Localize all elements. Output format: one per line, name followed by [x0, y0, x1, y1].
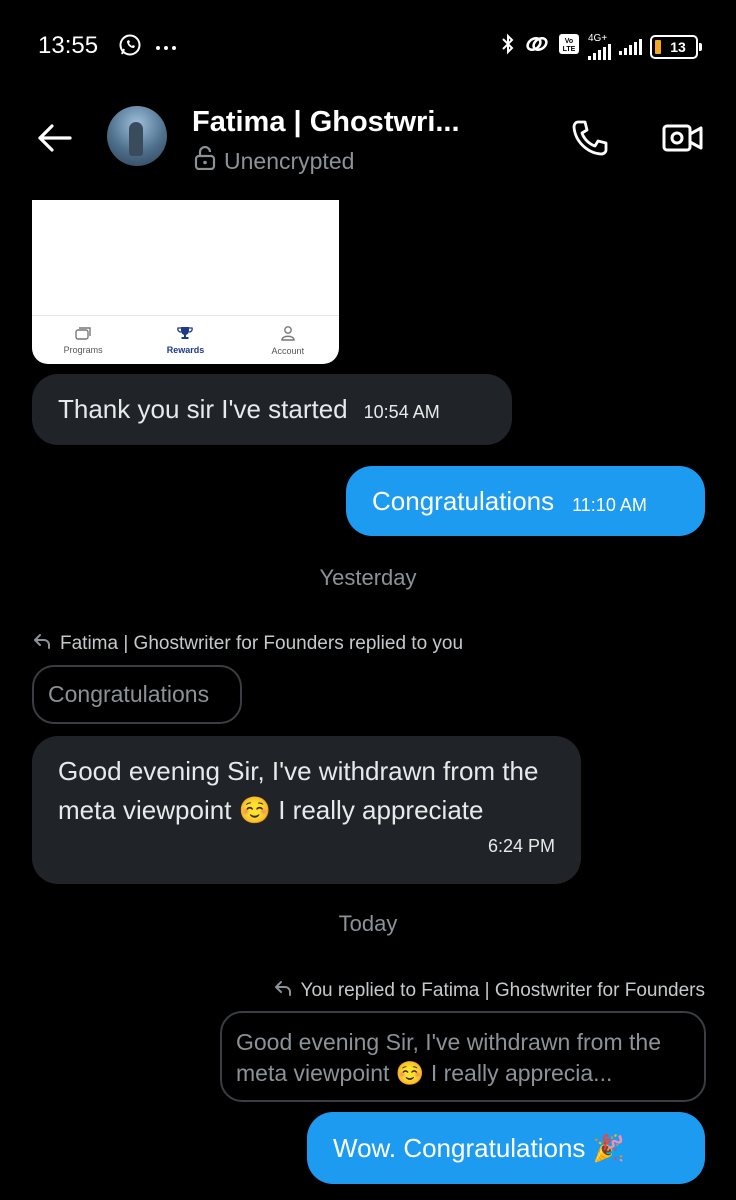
message-time: 10:54 AM — [363, 402, 440, 422]
signal-bars-icon — [588, 43, 611, 60]
attachment-nav-label: Programs — [63, 344, 103, 355]
message-time: 11:10 AM — [572, 494, 647, 515]
trophy-icon — [177, 326, 194, 342]
unlocked-padlock-icon — [194, 145, 216, 176]
link-icon — [524, 33, 550, 60]
message-text: Good evening Sir, I've withdrawn from th… — [58, 756, 539, 825]
quoted-text: Congratulations — [48, 681, 210, 707]
battery-level: 13 — [670, 38, 686, 55]
quoted-text: Good evening Sir, I've withdrawn from th… — [236, 1029, 661, 1086]
attachment-nav-account: Account — [237, 316, 339, 364]
message-text: Congratulations — [372, 485, 555, 516]
bluetooth-icon — [500, 32, 516, 61]
person-icon — [280, 325, 296, 343]
battery-icon: 13 — [650, 34, 702, 59]
reply-arrow-icon — [273, 979, 293, 1003]
signal-sim1: 4G+ — [588, 32, 611, 60]
attachment-bottom-nav: Programs Rewards Account — [32, 315, 339, 364]
status-system-icons: Vo LTE 4G+ 13 — [500, 32, 702, 61]
message-bubble-incoming[interactable]: Good evening Sir, I've withdrawn from th… — [32, 736, 581, 884]
message-bubble-incoming[interactable]: Thank you sir I've started 10:54 AM — [32, 374, 512, 445]
attachment-nav-programs: Programs — [32, 316, 134, 364]
message-text: Wow. Congratulations 🎉 — [333, 1132, 626, 1163]
volte-icon: Vo LTE — [558, 33, 580, 60]
encryption-label: Unencrypted — [224, 147, 355, 174]
date-divider: Today — [338, 911, 398, 936]
network-type: 4G+ — [588, 32, 608, 44]
message-text: Thank you sir I've started — [58, 394, 348, 424]
encryption-status: Unencrypted — [194, 145, 355, 176]
contact-name[interactable]: Fatima | Ghostwri... — [192, 106, 460, 139]
quoted-message[interactable]: Congratulations — [32, 665, 242, 724]
status-notification-icons — [118, 33, 178, 62]
reply-label-text: You replied to Fatima | Ghostwriter for … — [300, 980, 705, 1001]
back-arrow-icon[interactable] — [34, 118, 74, 158]
more-notifications-icon — [154, 39, 178, 57]
reply-arrow-icon — [32, 632, 52, 656]
video-call-icon[interactable] — [661, 118, 705, 158]
message-bubble-outgoing[interactable]: Wow. Congratulations 🎉 — [307, 1112, 705, 1184]
signal-bars-sim2-icon — [619, 38, 642, 55]
whatsapp-icon — [118, 33, 142, 62]
message-bubble-outgoing[interactable]: Congratulations 11:10 AM — [346, 466, 705, 536]
attachment-nav-label: Rewards — [166, 344, 205, 355]
status-time: 13:55 — [38, 32, 99, 59]
cards-icon — [75, 326, 91, 342]
image-attachment[interactable]: Programs Rewards Account — [32, 200, 339, 364]
chat-header: Fatima | Ghostwri... Unencrypted — [0, 90, 736, 200]
svg-text:Vo: Vo — [565, 38, 573, 45]
status-bar: 13:55 Vo LTE 4G+ 13 — [0, 0, 736, 90]
svg-text:LTE: LTE — [563, 46, 576, 53]
attachment-nav-label: Account — [271, 345, 305, 356]
reply-label-text: Fatima | Ghostwriter for Founders replie… — [60, 633, 464, 654]
attachment-nav-rewards: Rewards — [134, 316, 236, 364]
quoted-message[interactable]: Good evening Sir, I've withdrawn from th… — [220, 1011, 706, 1102]
reply-context-label: Fatima | Ghostwriter for Founders replie… — [32, 632, 463, 656]
phone-call-icon[interactable] — [570, 118, 610, 158]
message-time: 6:24 PM — [487, 836, 555, 856]
avatar[interactable] — [107, 106, 167, 166]
reply-context-label: You replied to Fatima | Ghostwriter for … — [273, 979, 705, 1003]
date-divider: Yesterday — [319, 565, 417, 590]
